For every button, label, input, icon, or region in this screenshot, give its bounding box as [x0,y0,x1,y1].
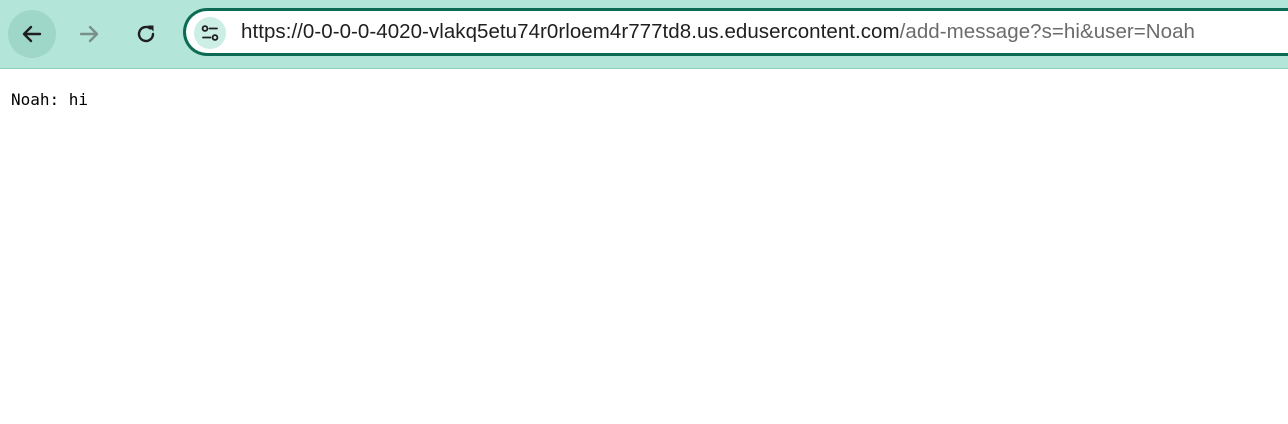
back-button[interactable] [8,10,56,58]
url-path: /add-message?s=hi&user=Noah [899,20,1196,43]
arrow-right-icon [79,25,99,43]
site-info-button[interactable] [194,17,226,49]
forward-button[interactable] [65,10,113,58]
browser-toolbar: https://0-0-0-0-4020-vlakq5etu74r0rloem4… [0,0,1288,69]
url-host: https://0-0-0-0-4020-vlakq5etu74r0rloem4… [241,20,900,43]
url-text[interactable]: https://0-0-0-0-4020-vlakq5etu74r0rloem4… [241,11,1195,53]
tune-icon [201,25,219,41]
address-bar[interactable]: https://0-0-0-0-4020-vlakq5etu74r0rloem4… [183,8,1288,56]
reload-button[interactable] [122,10,170,58]
reload-icon [137,25,155,43]
arrow-left-icon [22,25,42,43]
message-text: Noah: hi [11,90,89,109]
